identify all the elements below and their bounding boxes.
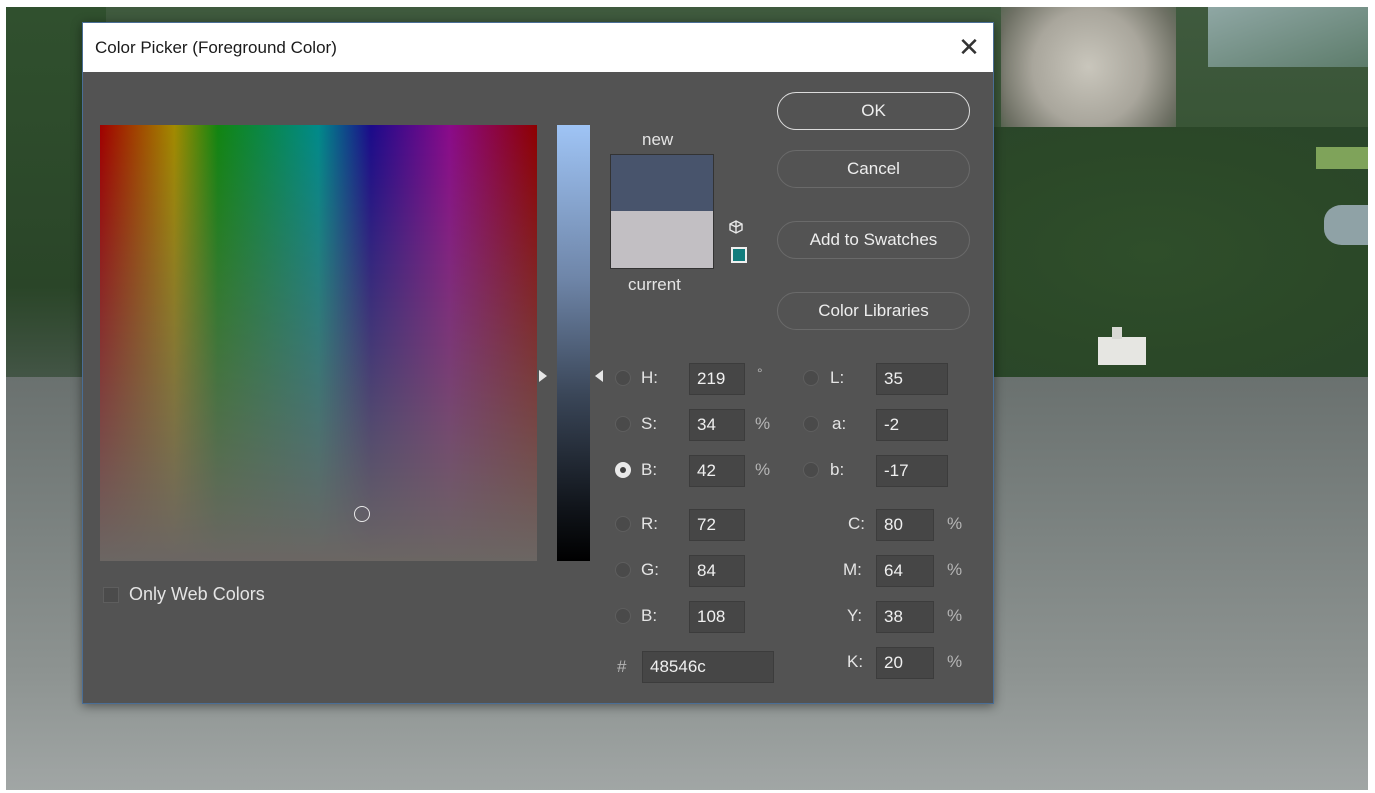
- h-input[interactable]: 219: [689, 363, 745, 395]
- g-input[interactable]: 84: [689, 555, 745, 587]
- a-radio[interactable]: [803, 416, 819, 432]
- hex-label: #: [617, 657, 627, 676]
- m-unit: %: [947, 560, 963, 579]
- c-unit: %: [947, 514, 963, 533]
- only-web-colors-label: Only Web Colors: [129, 584, 265, 604]
- l-input[interactable]: 35: [876, 363, 948, 395]
- b-unit: %: [755, 460, 771, 479]
- color-field-cursor[interactable]: [354, 506, 370, 522]
- y-label: Y:: [847, 606, 863, 625]
- l-label: L:: [830, 368, 845, 387]
- close-icon[interactable]: ✕: [945, 23, 993, 72]
- color-picker-dialog: Color Picker (Foreground Color) ✕ new cu…: [82, 22, 994, 704]
- r-radio[interactable]: [615, 516, 631, 532]
- a-input[interactable]: -2: [876, 409, 948, 441]
- background-castle: [1098, 327, 1146, 365]
- current-color-swatch[interactable]: [610, 211, 714, 269]
- blue-input[interactable]: 108: [689, 601, 745, 633]
- h-unit: °: [757, 365, 763, 381]
- blue-label: B:: [641, 606, 658, 625]
- cancel-button[interactable]: Cancel: [777, 150, 970, 188]
- new-label: new: [642, 130, 674, 149]
- s-unit: %: [755, 414, 771, 433]
- web-safe-swatch-icon[interactable]: [731, 247, 747, 263]
- slider-right-arrow-icon[interactable]: [595, 370, 603, 382]
- a-label: a:: [832, 414, 847, 433]
- b-input[interactable]: 42: [689, 455, 745, 487]
- current-label: current: [628, 275, 681, 294]
- s-input[interactable]: 34: [689, 409, 745, 441]
- l-radio[interactable]: [803, 370, 819, 386]
- m-input[interactable]: 64: [876, 555, 934, 587]
- new-color-swatch: [610, 154, 714, 212]
- b-label: B:: [641, 460, 658, 479]
- r-label: R:: [641, 514, 658, 533]
- h-radio[interactable]: [615, 370, 631, 386]
- lab-b-radio[interactable]: [803, 462, 819, 478]
- ok-button[interactable]: OK: [777, 92, 970, 130]
- s-radio[interactable]: [615, 416, 631, 432]
- dialog-title: Color Picker (Foreground Color): [95, 38, 337, 57]
- y-input[interactable]: 38: [876, 601, 934, 633]
- c-label: C:: [848, 514, 865, 533]
- m-label: M:: [843, 560, 862, 579]
- g-label: G:: [641, 560, 659, 579]
- background-lake-inlet: [1324, 205, 1368, 245]
- g-radio[interactable]: [615, 562, 631, 578]
- lab-b-label: b:: [830, 460, 845, 479]
- r-input[interactable]: 72: [689, 509, 745, 541]
- blue-radio[interactable]: [615, 608, 631, 624]
- only-web-colors-checkbox[interactable]: [103, 587, 119, 603]
- k-unit: %: [947, 652, 963, 671]
- b-radio-selected[interactable]: [615, 462, 631, 478]
- color-libraries-button[interactable]: Color Libraries: [777, 292, 970, 330]
- cube-icon[interactable]: [729, 220, 743, 234]
- hex-input[interactable]: 48546c: [642, 651, 774, 683]
- k-input[interactable]: 20: [876, 647, 934, 679]
- h-label: H:: [641, 368, 658, 387]
- k-label: K:: [847, 652, 864, 671]
- background-meadow: [1316, 147, 1368, 169]
- add-to-swatches-button[interactable]: Add to Swatches: [777, 221, 970, 259]
- s-label: S:: [641, 414, 658, 433]
- color-slider[interactable]: [557, 125, 590, 561]
- c-input[interactable]: 80: [876, 509, 934, 541]
- dialog-titlebar[interactable]: Color Picker (Foreground Color) ✕: [83, 23, 993, 72]
- background-forest: [991, 127, 1368, 377]
- slider-left-arrow-icon[interactable]: [539, 370, 547, 382]
- y-unit: %: [947, 606, 963, 625]
- background-sky: [1208, 7, 1368, 67]
- lab-b-input[interactable]: -17: [876, 455, 948, 487]
- color-field[interactable]: [100, 125, 537, 561]
